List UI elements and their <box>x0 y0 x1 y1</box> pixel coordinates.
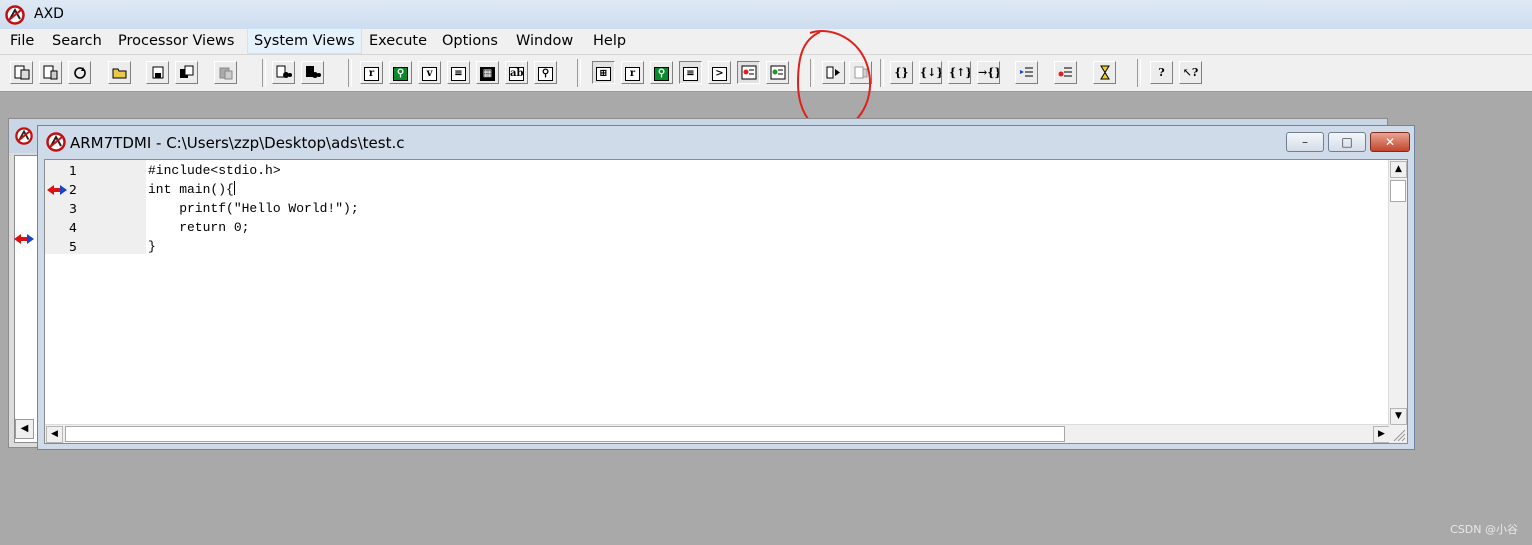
sys-registers-icon[interactable]: ⊞ <box>592 61 615 84</box>
line-number: 3 <box>69 201 77 216</box>
axd-logo-icon <box>15 127 33 145</box>
breakpoints-icon[interactable] <box>737 61 760 84</box>
hourglass-icon[interactable] <box>1093 61 1116 84</box>
console-icon[interactable]: > <box>708 61 731 84</box>
source-code-view[interactable]: 1 #include<stdio.h> 2 int main(){ 3 prin… <box>44 159 1408 444</box>
source-window-title: ARM7TDMI - C:\Users\zzp\Desktop\ads\test… <box>70 134 405 152</box>
minimize-button[interactable]: – <box>1286 132 1324 152</box>
axd-logo-icon <box>5 5 25 25</box>
scroll-right-button[interactable]: ▶ <box>1373 426 1390 443</box>
watermark: CSDN @小谷 <box>1450 523 1518 536</box>
close-button[interactable]: ✕ <box>1370 132 1410 152</box>
pc-marker-icon <box>14 234 34 244</box>
menu-options[interactable]: Options <box>436 29 504 53</box>
scroll-left-button[interactable]: ◀ <box>46 426 63 443</box>
scroll-up-button[interactable]: ▲ <box>1390 161 1407 178</box>
menu-processor-views[interactable]: Processor Views <box>112 29 240 53</box>
text-caret <box>233 181 235 195</box>
resize-grip-icon[interactable] <box>1389 425 1407 443</box>
find-icon[interactable] <box>272 61 295 84</box>
code-line[interactable]: 1 #include<stdio.h> <box>45 161 1385 180</box>
line-number: 2 <box>69 182 77 197</box>
code-text: printf("Hello World!"); <box>148 201 359 216</box>
code-text-wrap: int main(){ <box>148 180 235 199</box>
source-window[interactable]: ARM7TDMI - C:\Users\zzp\Desktop\ads\test… <box>37 125 1415 450</box>
line-number: 4 <box>69 220 77 235</box>
background-scroll-left-button[interactable]: ◀ <box>15 419 34 439</box>
paste-icon[interactable] <box>214 61 237 84</box>
horizontal-scrollbar[interactable]: ◀ ▶ <box>45 424 1391 443</box>
sys-r-icon[interactable]: r <box>621 61 644 84</box>
menu-bar: File Search Processor Views System Views… <box>0 28 1532 55</box>
reload-image-icon[interactable] <box>39 61 62 84</box>
variables-icon[interactable]: v <box>418 61 441 84</box>
load-image-icon[interactable] <box>10 61 33 84</box>
code-line[interactable]: 5 } <box>45 237 1385 256</box>
scroll-down-button[interactable]: ▼ <box>1390 408 1407 425</box>
code-text: #include<stdio.h> <box>148 163 281 178</box>
axd-logo-icon <box>46 132 66 152</box>
code-text: int main(){ <box>148 182 234 197</box>
save-icon[interactable] <box>146 61 169 84</box>
open-folder-icon[interactable] <box>108 61 131 84</box>
vertical-scroll-thumb[interactable] <box>1390 180 1406 202</box>
sys-memory-icon[interactable] <box>766 61 789 84</box>
code-line[interactable]: 4 return 0; <box>45 218 1385 237</box>
step-out-icon[interactable]: {↑} <box>948 61 971 84</box>
low-level-symbols-icon[interactable]: ab <box>505 61 528 84</box>
menu-window[interactable]: Window <box>510 29 579 53</box>
menu-file[interactable]: File <box>4 29 40 53</box>
copy-icon[interactable] <box>175 61 198 84</box>
set-breakpoint-icon[interactable] <box>1054 61 1077 84</box>
help-icon[interactable]: ? <box>1150 61 1173 84</box>
disassembly-icon[interactable]: ⚲ <box>534 61 557 84</box>
sys-list-icon[interactable]: ≡ <box>679 61 702 84</box>
menu-help[interactable]: Help <box>587 29 632 53</box>
sys-watch-icon[interactable]: ⚲ <box>650 61 673 84</box>
backtrace-icon[interactable]: ≡ <box>447 61 470 84</box>
app-title-bar[interactable]: AXD <box>0 0 1532 30</box>
code-text: return 0; <box>148 220 250 235</box>
menu-system-views[interactable]: System Views <box>247 28 362 54</box>
step-in-icon[interactable]: {↓} <box>919 61 942 84</box>
horizontal-scroll-thumb[interactable] <box>65 426 1065 442</box>
pc-marker-icon <box>47 185 67 195</box>
line-number: 5 <box>69 239 77 254</box>
code-line-current[interactable]: 2 int main(){ <box>45 180 1385 199</box>
toolbar: r ⚲ v ≡ ▦ ab ⚲ ⊞ r ⚲ ≡ > {} {↓} {↑} →{} … <box>0 55 1532 92</box>
toggle-breakpoint-icon[interactable] <box>1015 61 1038 84</box>
app-title: AXD <box>34 6 64 22</box>
vertical-scrollbar[interactable]: ▲ ▼ <box>1388 160 1407 426</box>
reload-icon[interactable] <box>68 61 91 84</box>
menu-search[interactable]: Search <box>46 29 108 53</box>
memory-icon[interactable]: ▦ <box>476 61 499 84</box>
watch-icon[interactable]: ⚲ <box>389 61 412 84</box>
menu-execute[interactable]: Execute <box>363 29 433 53</box>
line-number: 1 <box>69 163 77 178</box>
context-help-icon[interactable]: ↖? <box>1179 61 1202 84</box>
run-to-cursor-icon[interactable]: →{} <box>977 61 1000 84</box>
maximize-button[interactable]: □ <box>1328 132 1366 152</box>
code-text: } <box>148 239 156 254</box>
step-icon[interactable]: {} <box>890 61 913 84</box>
code-line[interactable]: 3 printf("Hello World!"); <box>45 199 1385 218</box>
find-next-icon[interactable] <box>301 61 324 84</box>
registers-icon[interactable]: r <box>360 61 383 84</box>
